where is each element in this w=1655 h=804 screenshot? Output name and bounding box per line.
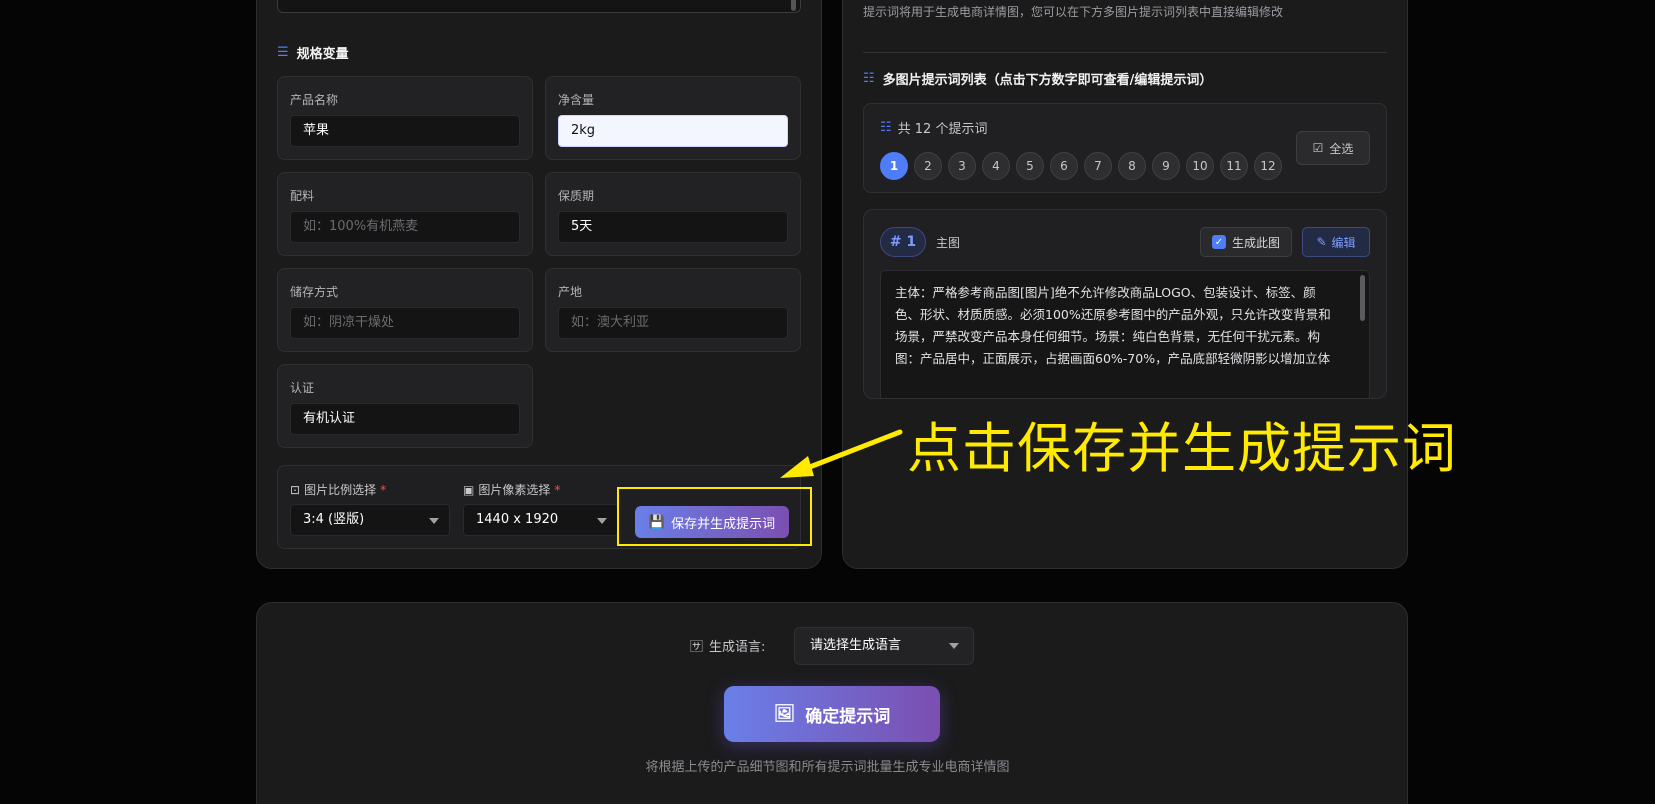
- prompt-number-button[interactable]: 12: [1254, 152, 1282, 180]
- required-mark: *: [380, 482, 387, 497]
- field-label: 认证: [290, 381, 315, 395]
- divider: [863, 52, 1387, 53]
- spec-section-title: ☰ 规格变量: [277, 43, 349, 62]
- prompt-list-title: ☷ 多图片提示词列表（点击下方数字即可查看/编辑提示词）: [863, 69, 1212, 88]
- net-content-input[interactable]: 2kg: [558, 115, 788, 147]
- chevron-down-icon: [949, 643, 959, 649]
- pixel-select-value: 1440 x 1920: [476, 512, 559, 527]
- certification-input[interactable]: 有机认证: [290, 403, 520, 435]
- description-textarea[interactable]: [277, 0, 801, 13]
- shelf-life-input[interactable]: 5天: [558, 211, 788, 243]
- list-icon: ☷: [880, 120, 892, 135]
- field-product-name: 产品名称 苹果: [277, 76, 533, 160]
- product-spec-panel: ☰ 规格变量 产品名称 苹果 净含量 2kg 配料 如：100%有机燕麦 保质期…: [256, 0, 822, 569]
- pixel-label: ▣ 图片像素选择 *: [463, 481, 560, 498]
- hint-text: 提示词将用于生成电商详情图，您可以在下方多图片提示词列表中直接编辑修改: [863, 5, 1284, 19]
- ratio-label: ⊡ 图片比例选择 *: [290, 481, 386, 498]
- prompt-list-panel: 提示词将用于生成电商详情图，您可以在下方多图片提示词列表中直接编辑修改 ☷ 多图…: [842, 0, 1408, 569]
- prompt-number-button[interactable]: 1: [880, 152, 908, 180]
- prompt-number-button[interactable]: 8: [1118, 152, 1146, 180]
- field-label: 保质期: [558, 189, 595, 203]
- prompt-number-button[interactable]: 2: [914, 152, 942, 180]
- language-select-value: 请选择生成语言: [810, 638, 902, 653]
- prompt-count-text: 共 12 个提示词: [897, 122, 988, 137]
- annotation-text: 点击保存并生成提示词: [907, 417, 1457, 480]
- chevron-down-icon: [597, 518, 607, 524]
- ratio-select-value: 3:4 (竖版): [303, 512, 365, 527]
- prompt-number-button[interactable]: 4: [982, 152, 1010, 180]
- crop-icon: ⊡: [290, 482, 301, 497]
- pixel-select[interactable]: 1440 x 1920: [463, 504, 618, 536]
- checkbox-icon: ☑: [1312, 141, 1324, 155]
- prompt-number-button[interactable]: 7: [1084, 152, 1112, 180]
- chevron-down-icon: [429, 518, 439, 524]
- textarea-scrollbar[interactable]: [791, 0, 796, 11]
- edit-label: 编辑: [1331, 235, 1356, 250]
- prompt-number-button[interactable]: 5: [1016, 152, 1044, 180]
- prompt-number-button[interactable]: 9: [1152, 152, 1180, 180]
- storage-input[interactable]: 如：阴凉干燥处: [290, 307, 520, 339]
- prompt-card: # 1 主图 ✓ 生成此图 ✎ 编辑 主体：严格参考商品图[图片]绝不允许修改商…: [863, 209, 1387, 399]
- field-label: 产地: [558, 285, 583, 299]
- field-ingredients: 配料 如：100%有机燕麦: [277, 172, 533, 256]
- confirm-prompts-button[interactable]: 🖼 确定提示词: [724, 686, 940, 742]
- field-label: 配料: [290, 189, 315, 203]
- field-certification: 认证 有机认证: [277, 364, 533, 448]
- prompt-text-line: 色、形状、材质质感。必须100%还原参考图中的产品外观，只允许改变背景和: [895, 307, 1331, 322]
- prompt-type-label: 主图: [936, 236, 961, 250]
- origin-input[interactable]: 如：澳大利亚: [558, 307, 788, 339]
- language-select[interactable]: 请选择生成语言: [794, 627, 974, 665]
- edit-button[interactable]: ✎ 编辑: [1302, 227, 1370, 257]
- field-label: 净含量: [558, 93, 595, 107]
- generate-label: 生成此图: [1231, 235, 1280, 250]
- confirm-button-label: 确定提示词: [805, 706, 891, 727]
- prompt-number-button[interactable]: 11: [1220, 152, 1248, 180]
- field-shelf-life: 保质期 5天: [545, 172, 801, 256]
- product-name-input[interactable]: 苹果: [290, 115, 520, 147]
- prompt-text-area[interactable]: 主体：严格参考商品图[图片]绝不允许修改商品LOGO、包装设计、标签、颜 色、形…: [880, 270, 1370, 398]
- select-all-label: 全选: [1329, 141, 1354, 156]
- annotation-arrow-icon: [780, 429, 903, 478]
- field-origin: 产地 如：澳大利亚: [545, 268, 801, 352]
- image-icon: ▣: [463, 482, 475, 497]
- images-icon: 🖼: [773, 704, 796, 724]
- required-mark: *: [554, 482, 561, 497]
- list-icon: ☷: [863, 71, 875, 86]
- language-label: 🈂 生成语言:: [690, 636, 765, 655]
- prompt-number-button[interactable]: 6: [1050, 152, 1078, 180]
- language-icon: 🈂: [690, 640, 704, 655]
- ingredients-input[interactable]: 如：100%有机燕麦: [290, 211, 520, 243]
- prompt-text-scrollbar[interactable]: [1360, 275, 1365, 321]
- pixel-label-text: 图片像素选择: [478, 483, 551, 497]
- prompt-text-line: 场景，严禁改变产品本身任何细节。场景：纯白色背景，无任何干扰元素。构: [895, 329, 1321, 344]
- prompt-number-badge: # 1: [880, 227, 926, 257]
- annotation-highlight-box: [617, 487, 812, 546]
- ratio-select[interactable]: 3:4 (竖版): [290, 504, 450, 536]
- footnote-text: 将根据上传的产品细节图和所有提示词批量生成专业电商详情图: [645, 760, 1010, 775]
- field-label: 产品名称: [290, 93, 339, 107]
- select-all-button[interactable]: ☑ 全选: [1296, 131, 1370, 165]
- prompt-number-row: 1 2 3 4 5 6 7 8 9 10 11 12: [880, 152, 1282, 180]
- spec-section-label: 规格变量: [296, 47, 349, 62]
- field-storage: 储存方式 如：阴凉干燥处: [277, 268, 533, 352]
- prompt-number-button[interactable]: 3: [948, 152, 976, 180]
- ratio-label-text: 图片比例选择: [304, 483, 377, 497]
- prompt-text-line: 主体：严格参考商品图[图片]绝不允许修改商品LOGO、包装设计、标签、颜: [895, 285, 1316, 300]
- prompt-list-title-text: 多图片提示词列表（点击下方数字即可查看/编辑提示词）: [882, 73, 1213, 88]
- sliders-icon: ☰: [277, 45, 289, 60]
- check-icon: ✓: [1211, 235, 1226, 249]
- language-label-text: 生成语言:: [709, 640, 766, 655]
- prompt-number-nav: ☷ 共 12 个提示词 1 2 3 4 5 6 7 8 9 10 11 12 ☑ 全选: [863, 103, 1387, 193]
- prompt-text-line: 图：产品居中，正面展示，占据画面60%-70%，产品底部轻微阴影以增加立体: [895, 351, 1331, 366]
- edit-icon: ✎: [1316, 235, 1327, 249]
- field-label: 储存方式: [290, 285, 339, 299]
- generate-this-checkbox[interactable]: ✓ 生成此图: [1200, 227, 1292, 257]
- prompt-number-button[interactable]: 10: [1186, 152, 1214, 180]
- prompt-count: ☷ 共 12 个提示词: [880, 118, 987, 137]
- field-net-content: 净含量 2kg: [545, 76, 801, 160]
